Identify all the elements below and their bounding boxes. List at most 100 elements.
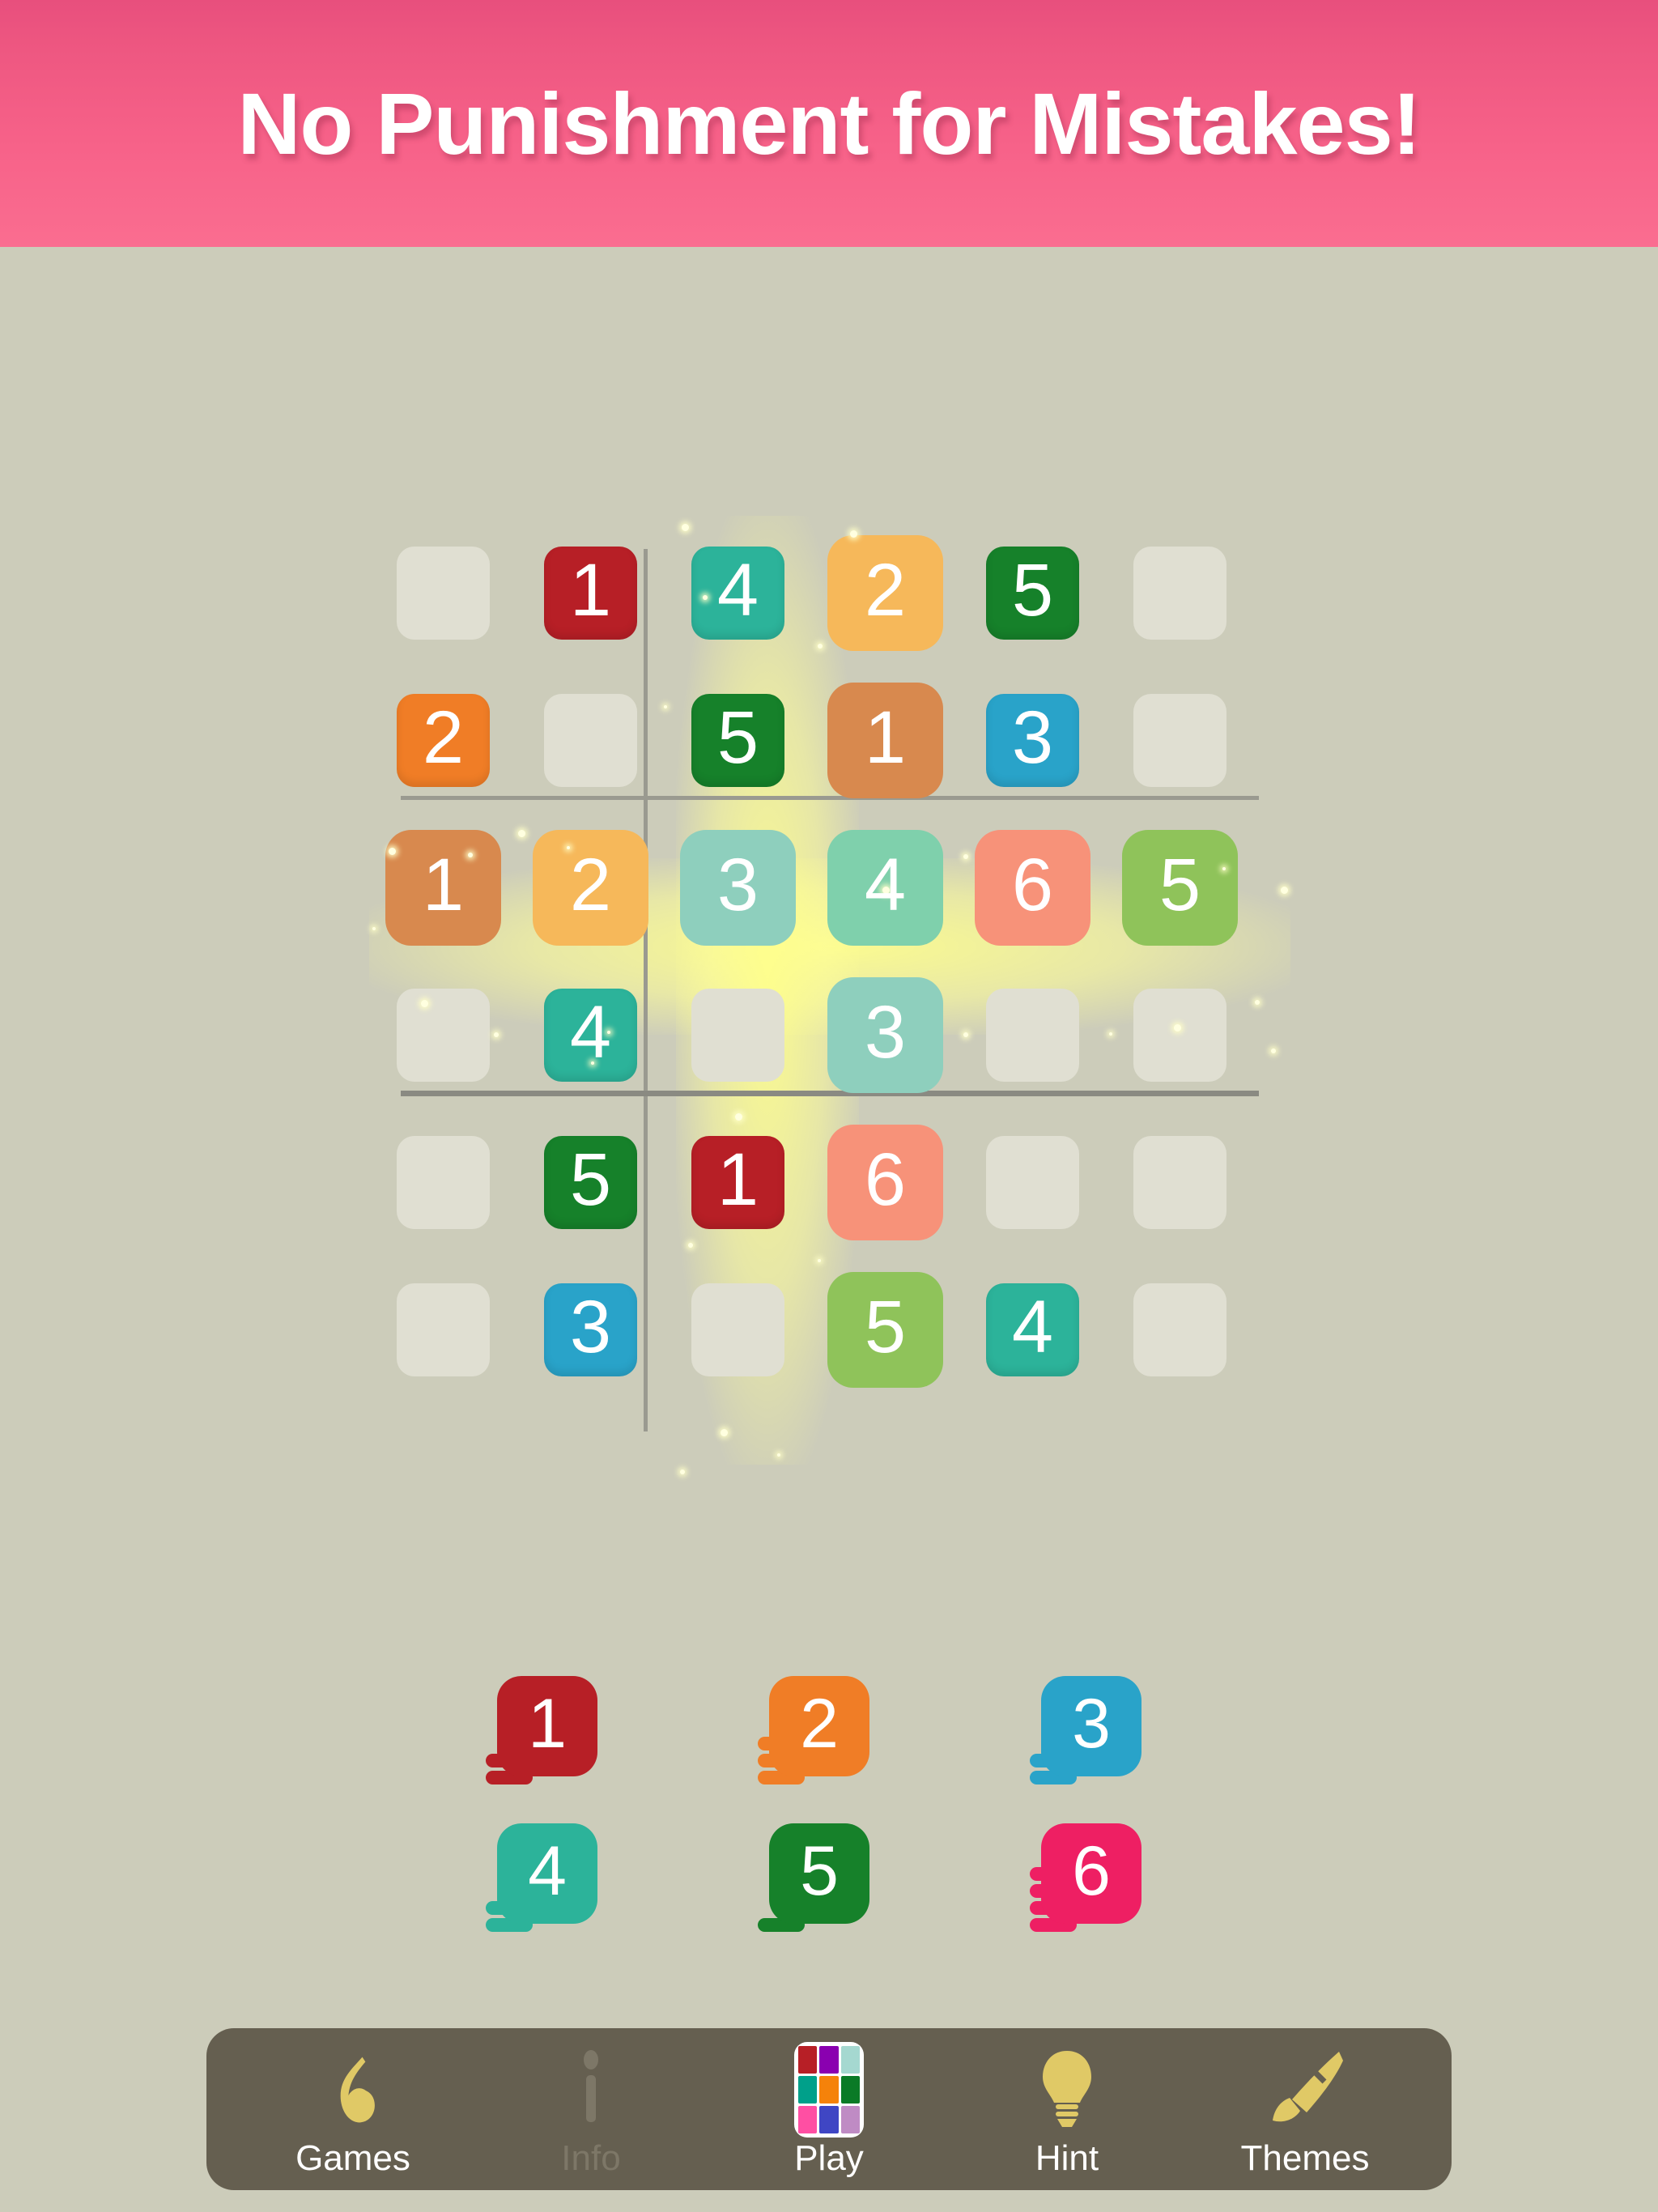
nav-item-games[interactable]: Games [244, 2046, 462, 2179]
board-cell-empty[interactable] [691, 989, 784, 1082]
board-cell-filled[interactable]: 2 [827, 535, 943, 651]
number-picker-3[interactable]: 3 [1030, 1676, 1141, 1788]
cell-value: 2 [864, 548, 907, 632]
sparkle-particle [680, 1470, 685, 1474]
sparkle-particle [1271, 1049, 1276, 1053]
board-cell-filled[interactable]: 5 [691, 694, 784, 787]
nav-item-label: Games [295, 2138, 410, 2178]
board-cell-empty[interactable] [397, 989, 490, 1082]
number-picker-5[interactable]: 5 [758, 1823, 869, 1935]
board-cell-filled[interactable]: 1 [385, 830, 501, 946]
board-cell-filled[interactable]: 1 [691, 1136, 784, 1229]
cell-value: 4 [864, 843, 907, 926]
banner-title: No Punishment for Mistakes! [237, 74, 1421, 172]
nav-item-themes[interactable]: Themes [1196, 2046, 1414, 2179]
cell-value: 1 [864, 696, 907, 779]
lightbulb-icon [1038, 2046, 1096, 2133]
board-cell-empty[interactable] [1133, 547, 1226, 640]
number-picker-tile[interactable]: 2 [769, 1676, 869, 1776]
number-picker-tile[interactable]: 6 [1041, 1823, 1141, 1924]
color-grid-cell [798, 2076, 818, 2104]
color-grid-cell [840, 2046, 860, 2074]
board-cell-filled[interactable]: 5 [827, 1272, 943, 1388]
sparkle-particle [963, 1032, 968, 1037]
board-cell-empty[interactable] [544, 694, 637, 787]
nav-item-label: Info [561, 2138, 621, 2178]
number-picker-4[interactable]: 4 [486, 1823, 597, 1935]
grid-divider-horizontal-bottom [401, 1091, 1259, 1096]
color-grid-cell [840, 2106, 860, 2133]
board-cell-filled[interactable]: 5 [1122, 830, 1238, 946]
board-cell-filled[interactable]: 2 [533, 830, 648, 946]
cell-value: 4 [716, 548, 759, 632]
cell-value: 1 [569, 548, 612, 632]
bottom-navigation-bar[interactable]: Games Info Play Hint Themes [206, 2028, 1452, 2190]
board-cell-empty[interactable] [397, 547, 490, 640]
color-grid-icon-tiles [794, 2042, 864, 2138]
board-cell-empty[interactable] [1133, 694, 1226, 787]
nav-item-hint[interactable]: Hint [958, 2046, 1176, 2179]
promo-banner: No Punishment for Mistakes! [0, 0, 1658, 247]
board-cell-filled[interactable]: 1 [827, 683, 943, 798]
number-picker-tile[interactable]: 3 [1041, 1676, 1141, 1776]
sparkle-particle [1281, 887, 1288, 894]
board-cell-filled[interactable]: 4 [827, 830, 943, 946]
board-cell-filled[interactable]: 3 [680, 830, 796, 946]
nav-item-label: Play [794, 2138, 864, 2178]
number-picker-tile[interactable]: 1 [497, 1676, 597, 1776]
board-cell-empty[interactable] [1133, 1283, 1226, 1376]
board-cell-empty[interactable] [1133, 989, 1226, 1082]
number-picker-tile[interactable]: 4 [497, 1823, 597, 1924]
sparkle-particle [777, 1453, 780, 1457]
color-grid-cell [798, 2106, 818, 2133]
board-cell-filled[interactable]: 6 [975, 830, 1090, 946]
number-picker-2[interactable]: 2 [758, 1676, 869, 1788]
board-cell-filled[interactable]: 3 [986, 694, 1079, 787]
nav-item-play[interactable]: Play [720, 2042, 938, 2179]
board-cell-filled[interactable]: 2 [397, 694, 490, 787]
sparkle-particle [1109, 1032, 1112, 1036]
board-cell-filled[interactable]: 4 [544, 989, 637, 1082]
board-cell-filled[interactable]: 3 [827, 977, 943, 1093]
cell-value: 6 [864, 1138, 907, 1221]
cell-value: 2 [569, 843, 612, 926]
cell-value: 4 [569, 990, 612, 1074]
cell-value: 5 [1011, 548, 1054, 632]
sparkle-particle [721, 1429, 728, 1436]
cell-value: 2 [422, 696, 465, 779]
color-grid-cell [819, 2106, 839, 2133]
board-cell-filled[interactable]: 6 [827, 1125, 943, 1240]
number-picker-6[interactable]: 6 [1030, 1823, 1141, 1935]
sparkle-particle [688, 1243, 693, 1248]
color-grid-cell [798, 2046, 818, 2074]
board-cell-filled[interactable]: 1 [544, 547, 637, 640]
board-cell-filled[interactable]: 3 [544, 1283, 637, 1376]
number-picker-tray[interactable]: 1 2 3 4 5 6 [486, 1676, 1166, 1935]
board-cell-empty[interactable] [397, 1283, 490, 1376]
sparkle-particle [818, 1259, 821, 1262]
board-cell-empty[interactable] [397, 1136, 490, 1229]
board-cell-filled[interactable]: 5 [986, 547, 1079, 640]
board-cell-empty[interactable] [691, 1283, 784, 1376]
cell-value: 5 [1158, 843, 1201, 926]
sparkle-particle [818, 644, 823, 649]
grid-divider-horizontal-top [401, 796, 1259, 800]
sparkle-particle [963, 854, 968, 859]
cell-value: 3 [716, 843, 759, 926]
number-picker-tile[interactable]: 5 [769, 1823, 869, 1924]
board-cell-empty[interactable] [986, 989, 1079, 1082]
board-cell-filled[interactable]: 4 [986, 1283, 1079, 1376]
board-cell-empty[interactable] [986, 1136, 1079, 1229]
number-picker-1[interactable]: 1 [486, 1676, 597, 1788]
sudoku-board[interactable]: 1 4 2 5 2 5 1 3 1 2 3 4 6 5 4 3 5 1 6 3 5 4 [369, 516, 1290, 1474]
sparkle-particle [682, 524, 689, 531]
color-grid-icon [794, 2042, 864, 2138]
nav-item-info[interactable]: Info [482, 2046, 700, 2179]
cell-value: 6 [1011, 843, 1054, 926]
board-cell-filled[interactable]: 5 [544, 1136, 637, 1229]
board-cell-filled[interactable]: 4 [691, 547, 784, 640]
cell-value: 3 [1011, 696, 1054, 779]
board-cell-empty[interactable] [1133, 1136, 1226, 1229]
cell-value: 3 [569, 1285, 612, 1368]
sparkle-particle [372, 927, 376, 930]
